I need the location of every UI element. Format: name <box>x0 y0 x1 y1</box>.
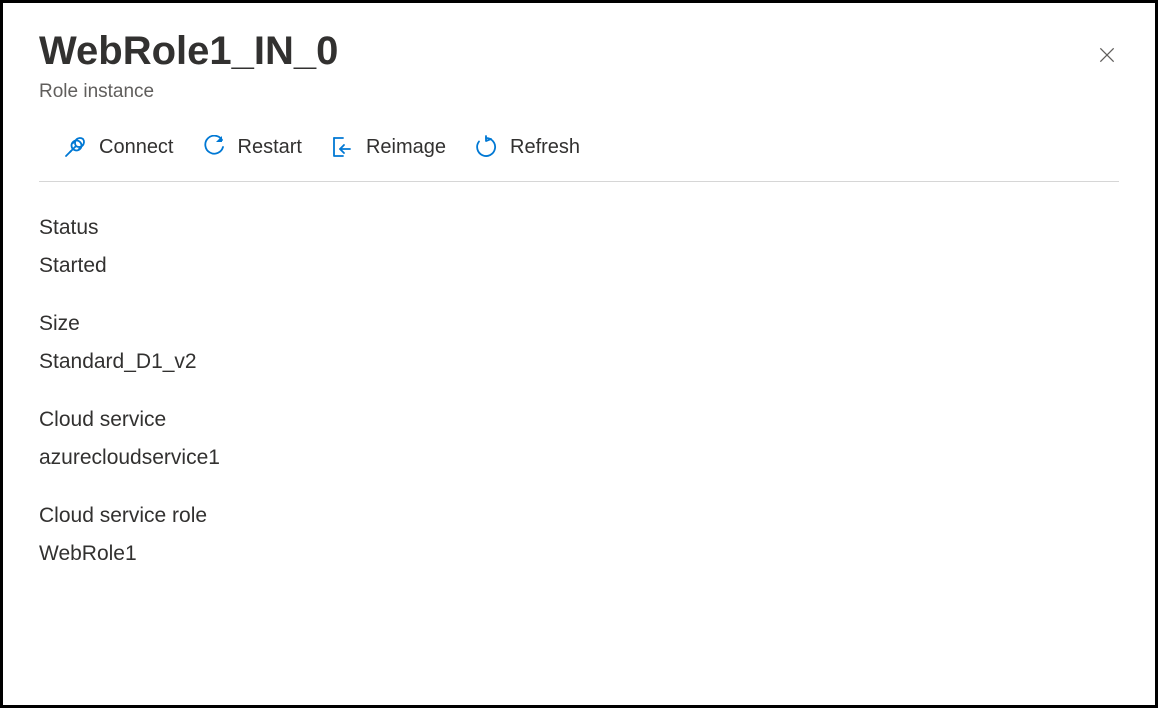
page-subtitle: Role instance <box>39 81 338 103</box>
cloud-service-role-label: Cloud service role <box>39 504 1119 528</box>
refresh-label: Refresh <box>510 136 580 159</box>
role-instance-panel: WebRole1_IN_0 Role instance <box>3 3 1155 602</box>
size-label: Size <box>39 312 1119 336</box>
size-field: Size Standard_D1_v2 <box>39 312 1119 374</box>
cloud-service-value: azurecloudservice1 <box>39 446 1119 470</box>
close-button[interactable] <box>1089 37 1125 76</box>
page-title: WebRole1_IN_0 <box>39 27 338 75</box>
details-section: Status Started Size Standard_D1_v2 Cloud… <box>39 216 1119 566</box>
refresh-icon <box>474 135 498 159</box>
restart-button[interactable]: Restart <box>202 131 302 163</box>
restart-label: Restart <box>238 136 302 159</box>
cloud-service-role-value: WebRole1 <box>39 542 1119 566</box>
connect-icon <box>63 135 87 159</box>
close-icon <box>1097 53 1117 68</box>
connect-label: Connect <box>99 136 174 159</box>
toolbar: Connect Restart Reimage <box>39 131 1119 182</box>
size-value: Standard_D1_v2 <box>39 350 1119 374</box>
status-field: Status Started <box>39 216 1119 278</box>
reimage-icon <box>330 135 354 159</box>
cloud-service-label: Cloud service <box>39 408 1119 432</box>
status-value: Started <box>39 254 1119 278</box>
reimage-label: Reimage <box>366 136 446 159</box>
cloud-service-field: Cloud service azurecloudservice1 <box>39 408 1119 470</box>
title-block: WebRole1_IN_0 Role instance <box>39 27 338 103</box>
connect-button[interactable]: Connect <box>63 131 174 163</box>
reimage-button[interactable]: Reimage <box>330 131 446 163</box>
cloud-service-role-field: Cloud service role WebRole1 <box>39 504 1119 566</box>
status-label: Status <box>39 216 1119 240</box>
header-row: WebRole1_IN_0 Role instance <box>39 27 1119 103</box>
refresh-button[interactable]: Refresh <box>474 131 580 163</box>
restart-icon <box>202 135 226 159</box>
